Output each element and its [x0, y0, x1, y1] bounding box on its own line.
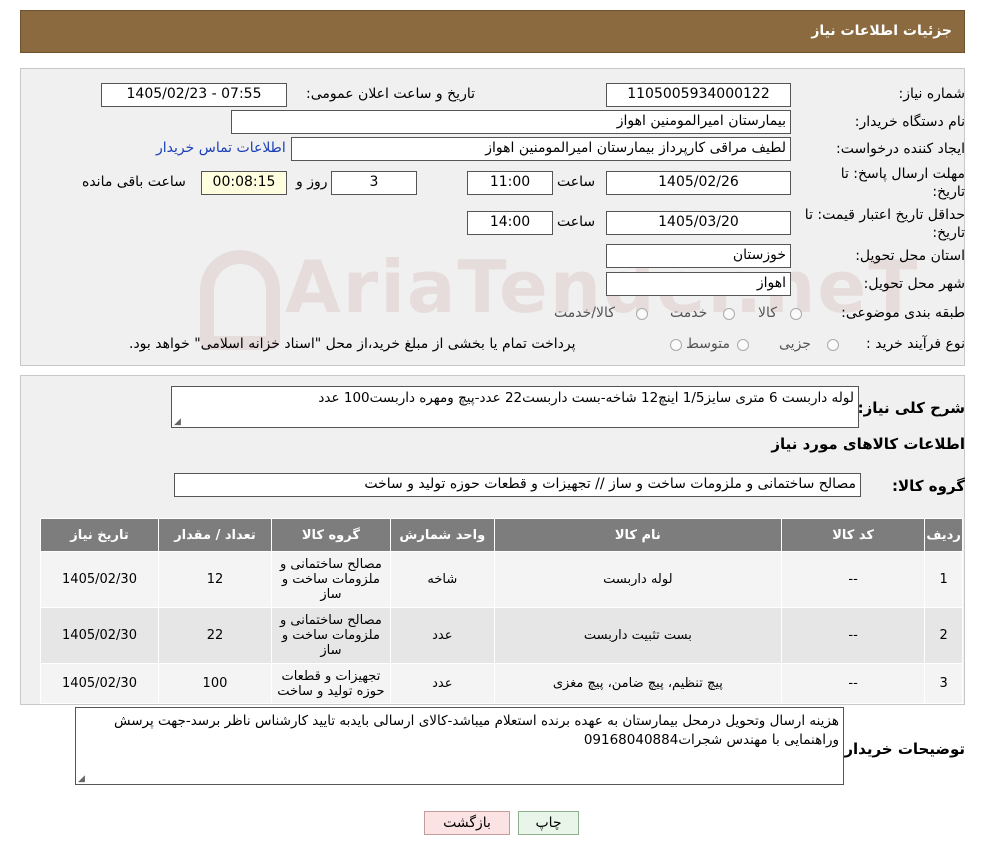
col-header-group: گروه کالا: [270, 518, 391, 552]
process-radio-minor[interactable]: [827, 339, 839, 351]
cell-group: مصالح ساختمانی و ملزومات ساخت و ساز: [270, 607, 391, 664]
category-radio-goods-service[interactable]: [636, 308, 648, 320]
cell-name: پیچ تنظیم، پیچ ضامن، پیچ مغزی: [493, 663, 783, 704]
process-label: نوع فرآیند خرید :: [866, 336, 965, 352]
need-number-label: شماره نیاز:: [898, 86, 966, 102]
deadline-label: مهلت ارسال پاسخ: تا: [840, 166, 965, 182]
summary-text: لوله داربست 6 متری سایز1/5 اینچ12 شاخه-ب…: [318, 390, 854, 406]
deadline-label-2: تاریخ:: [932, 184, 965, 200]
cell-unit: عدد: [389, 663, 495, 704]
cell-date: 1405/02/30: [39, 551, 160, 608]
cell-date: 1405/02/30: [39, 663, 160, 704]
table-row: 1 -- لوله داربست شاخه مصالح ساختمانی و م…: [39, 551, 963, 608]
deadline-date-field: 1405/02/26: [606, 171, 791, 195]
process-radio-medium[interactable]: [737, 339, 749, 351]
col-header-code: کد کالا: [781, 518, 926, 552]
cell-row-num: 1: [924, 551, 963, 608]
process-option-minor: جزیی: [779, 336, 811, 352]
announce-label: تاریخ و ساعت اعلان عمومی:: [306, 86, 475, 102]
col-header-qty: تعداد / مقدار: [158, 518, 272, 552]
validity-date-field: 1405/03/20: [606, 211, 791, 235]
buyer-label: نام دستگاه خریدار:: [854, 114, 965, 130]
buyer-notes-text: هزینه ارسال وتحویل درمحل بیمارستان به عه…: [114, 713, 839, 748]
cell-qty: 100: [158, 663, 272, 704]
buyer-name-field: بیمارستان امیرالمومنین اهواز: [231, 110, 791, 134]
summary-textarea[interactable]: لوله داربست 6 متری سایز1/5 اینچ12 شاخه-ب…: [171, 386, 859, 428]
process-note: پرداخت تمام یا بخشی از مبلغ خرید،از محل …: [129, 336, 576, 352]
cell-name: لوله داربست: [493, 551, 783, 608]
page-header: جزئیات اطلاعات نیاز: [20, 10, 965, 53]
deadline-hour-label: ساعت: [557, 174, 596, 190]
col-header-row-num: ردیف: [924, 518, 963, 552]
cell-date: 1405/02/30: [39, 607, 160, 664]
cell-qty: 22: [158, 607, 272, 664]
process-option-medium: متوسط: [686, 336, 730, 352]
cell-code: --: [781, 663, 926, 704]
validity-time-field: 14:00: [467, 211, 553, 235]
buyer-contact-link[interactable]: اطلاعات تماس خریدار: [156, 140, 286, 156]
cell-row-num: 3: [924, 663, 963, 704]
province-label: استان محل تحویل:: [855, 248, 965, 264]
category-label: طبقه بندی موضوعی:: [841, 305, 965, 321]
cell-name: بست تثبیت داربست: [493, 607, 783, 664]
days-field: 3: [331, 171, 417, 195]
cell-group: تجهیزات و قطعات حوزه تولید و ساخت: [270, 663, 391, 704]
goods-table: ردیف کد کالا نام کالا واحد شمارش گروه کا…: [39, 518, 963, 704]
table-header-row: ردیف کد کالا نام کالا واحد شمارش گروه کا…: [39, 518, 963, 552]
category-radio-service[interactable]: [723, 308, 735, 320]
cell-code: --: [781, 551, 926, 608]
remaining-time-field: 00:08:15: [201, 171, 287, 195]
creator-label: ایجاد کننده درخواست:: [836, 141, 965, 157]
cell-code: --: [781, 607, 926, 664]
cell-unit: شاخه: [389, 551, 495, 608]
need-number-field: 1105005934000122: [606, 83, 791, 107]
validity-hour-label: ساعت: [557, 214, 596, 230]
col-header-name: نام کالا: [493, 518, 783, 552]
page-title: جزئیات اطلاعات نیاز: [811, 23, 952, 39]
resize-handle-icon[interactable]: ◢: [174, 417, 181, 427]
days-label: روز و: [296, 174, 328, 190]
city-label: شهر محل تحویل:: [863, 276, 965, 292]
category-option-goods: کالا: [758, 305, 777, 321]
goods-section-title: اطلاعات کالاهای مورد نیاز: [771, 435, 965, 453]
goods-group-label: گروه کالا:: [892, 477, 965, 495]
announce-datetime-field: 1405/02/23 - 07:55: [101, 83, 287, 107]
category-option-goods-service: کالا/خدمت: [554, 305, 615, 321]
table-row: 3 -- پیچ تنظیم، پیچ ضامن، پیچ مغزی عدد ت…: [39, 663, 963, 704]
table-row: 2 -- بست تثبیت داربست عدد مصالح ساختمانی…: [39, 607, 963, 664]
print-button[interactable]: چاپ: [518, 811, 579, 835]
col-header-unit: واحد شمارش: [389, 518, 495, 552]
validity-label-2: تاریخ:: [932, 225, 965, 241]
creator-field: لطیف مراقی کارپرداز بیمارستان امیرالمومن…: [291, 137, 791, 161]
validity-label: حداقل تاریخ اعتبار قیمت: تا: [804, 207, 965, 223]
process-treasury-checkbox[interactable]: [670, 339, 682, 351]
summary-label: شرح کلی نیاز:: [857, 399, 965, 417]
back-button[interactable]: بازگشت: [424, 811, 510, 835]
cell-group: مصالح ساختمانی و ملزومات ساخت و ساز: [270, 551, 391, 608]
city-field: اهواز: [606, 272, 791, 296]
goods-group-field: مصالح ساختمانی و ملزومات ساخت و ساز // ت…: [174, 473, 861, 497]
province-field: خوزستان: [606, 244, 791, 268]
category-option-service: خدمت: [670, 305, 708, 321]
col-header-date: تاریخ نیاز: [39, 518, 160, 552]
deadline-time-field: 11:00: [467, 171, 553, 195]
cell-qty: 12: [158, 551, 272, 608]
cell-unit: عدد: [389, 607, 495, 664]
buyer-notes-label: توضیحات خریدار:: [838, 740, 965, 758]
cell-row-num: 2: [924, 607, 963, 664]
resize-handle-icon[interactable]: ◢: [78, 774, 85, 784]
buyer-notes-textarea[interactable]: هزینه ارسال وتحویل درمحل بیمارستان به عه…: [75, 707, 844, 785]
category-radio-goods[interactable]: [790, 308, 802, 320]
remaining-label: ساعت باقی مانده: [82, 174, 186, 190]
